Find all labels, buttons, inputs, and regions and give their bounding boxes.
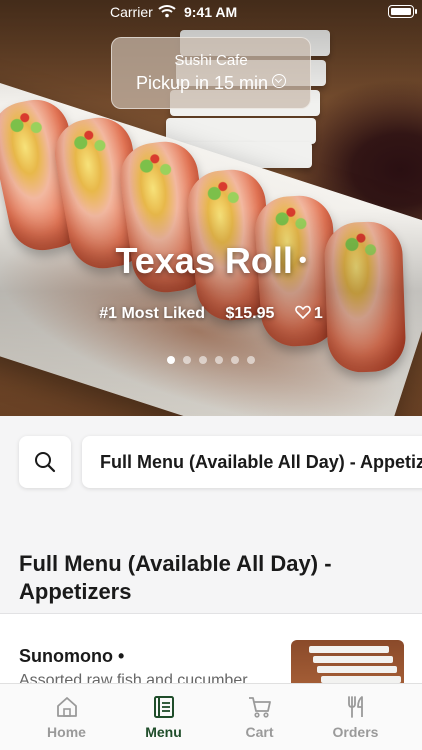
featured-price: $15.95: [225, 305, 275, 322]
tab-home[interactable]: Home: [14, 684, 119, 750]
carousel-indicator[interactable]: [0, 351, 422, 369]
featured-likes[interactable]: 1: [295, 305, 323, 322]
menu-item[interactable]: Sunomono • Assorted raw fish and cucumbe…: [0, 614, 422, 684]
tab-orders[interactable]: Orders: [303, 684, 408, 750]
status-time: 9:41 AM: [184, 4, 238, 20]
pickup-eta: Pickup in 15 min: [112, 73, 310, 94]
tab-bar: Home Menu Cart Orders: [0, 683, 422, 750]
home-icon: [56, 697, 77, 717]
cart-icon: [248, 697, 271, 718]
carrier-label: Carrier: [110, 4, 153, 20]
category-selector[interactable]: Full Menu (Available All Day) - Appetize…: [82, 436, 422, 488]
chevron-down-icon: [272, 74, 287, 88]
search-button[interactable]: [19, 436, 71, 488]
menu-item-image: [291, 640, 404, 684]
featured-item-title[interactable]: Texas Roll •: [0, 240, 422, 282]
featured-rank: #1 Most Liked: [99, 305, 206, 322]
carousel-dot[interactable]: [167, 356, 175, 364]
tab-menu[interactable]: Menu: [111, 684, 216, 750]
carousel-dot[interactable]: [215, 356, 223, 364]
fork-knife-icon: [347, 696, 363, 718]
carousel-dot[interactable]: [231, 356, 239, 364]
carousel-dot[interactable]: [247, 356, 255, 364]
menu-toolbar: Full Menu (Available All Day) - Appetize…: [0, 416, 422, 516]
carousel-dot[interactable]: [199, 356, 207, 364]
battery-icon: [388, 5, 417, 18]
menu-item-name: Sunomono •: [19, 646, 125, 666]
tab-cart[interactable]: Cart: [207, 684, 312, 750]
pickup-selector[interactable]: Sushi Cafe Pickup in 15 min: [111, 37, 311, 109]
section-title: Full Menu (Available All Day) - Appetize…: [19, 551, 332, 604]
status-bar: Carrier 9:41 AM: [0, 0, 422, 24]
carousel-dot[interactable]: [183, 356, 191, 364]
search-icon: [35, 452, 56, 473]
featured-item-meta: #1 Most Liked $15.95 1: [0, 305, 422, 323]
store-name: Sushi Cafe: [174, 52, 248, 69]
menu-book-icon: [153, 696, 174, 718]
wifi-icon: [158, 5, 176, 18]
section-header: Full Menu (Available All Day) - Appetize…: [0, 516, 422, 614]
heart-icon: [295, 305, 311, 319]
